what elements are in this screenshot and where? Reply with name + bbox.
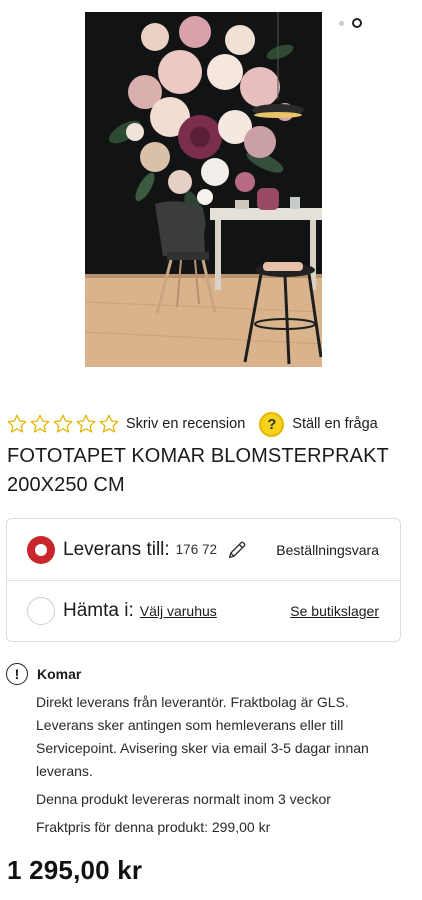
pickup-label: Hämta i:: [63, 600, 134, 621]
star-outline-icon[interactable]: [6, 413, 28, 435]
shipping-status: Beställningsvara: [276, 541, 379, 558]
gallery-pagination[interactable]: [339, 18, 362, 28]
gallery-dot-active[interactable]: [352, 18, 362, 28]
choose-store-link[interactable]: Välj varuhus: [140, 603, 217, 619]
write-review-link[interactable]: Skriv en recension: [126, 416, 245, 432]
gallery-dot[interactable]: [339, 20, 344, 26]
zip-code: 176 72: [175, 542, 217, 557]
wallpaper-photo: [85, 12, 322, 367]
info-text-lead-time: Denna produkt levereras normalt inom 3 v…: [36, 791, 331, 807]
store-stock-link[interactable]: Se butikslager: [290, 603, 379, 619]
star-outline-icon[interactable]: [29, 413, 51, 435]
product-image[interactable]: [85, 12, 322, 367]
brand-name: Komar: [37, 666, 82, 682]
star-outline-icon[interactable]: [52, 413, 74, 435]
ask-question-button[interactable]: ? Ställ en fråga: [259, 411, 378, 437]
delivery-options: Leverans till: 176 72 Beställningsvara H…: [6, 518, 401, 642]
rating-stars[interactable]: [6, 413, 120, 435]
info-header: ! Komar: [6, 663, 416, 685]
rating-row: Skriv en recension ? Ställ en fråga: [6, 409, 416, 439]
edit-pencil-icon[interactable]: [226, 539, 248, 561]
question-icon: ?: [259, 411, 285, 437]
info-text-freight-price: Fraktpris för denna produkt: 299,00 kr: [36, 819, 271, 835]
pickup-radio[interactable]: [27, 597, 55, 625]
ask-question-label: Ställ en fråga: [292, 416, 378, 432]
shipping-label: Leverans till:: [63, 538, 170, 560]
delivery-info: ! Komar Direkt leverans från leverantör.…: [6, 663, 416, 844]
product-title: FOTOTAPET KOMAR BLOMSTERPRAKT 200X250 CM: [7, 445, 389, 496]
shipping-radio[interactable]: [27, 535, 55, 564]
info-exclamation-icon: !: [6, 663, 28, 685]
question-icon-glyph: ?: [267, 415, 277, 433]
star-outline-icon[interactable]: [98, 413, 120, 435]
delivery-option-shipping[interactable]: Leverans till: 176 72 Beställningsvara: [7, 519, 400, 581]
product-gallery[interactable]: [0, 0, 422, 380]
info-text-shipping: Direkt leverans från leverantör. Fraktbo…: [36, 694, 369, 779]
delivery-option-pickup[interactable]: Hämta i: Välj varuhus Se butikslager: [7, 580, 400, 642]
product-price: 1 295,00 kr: [7, 855, 143, 885]
star-outline-icon[interactable]: [75, 413, 97, 435]
info-body: Direkt leverans från leverantör. Fraktbo…: [36, 691, 386, 839]
